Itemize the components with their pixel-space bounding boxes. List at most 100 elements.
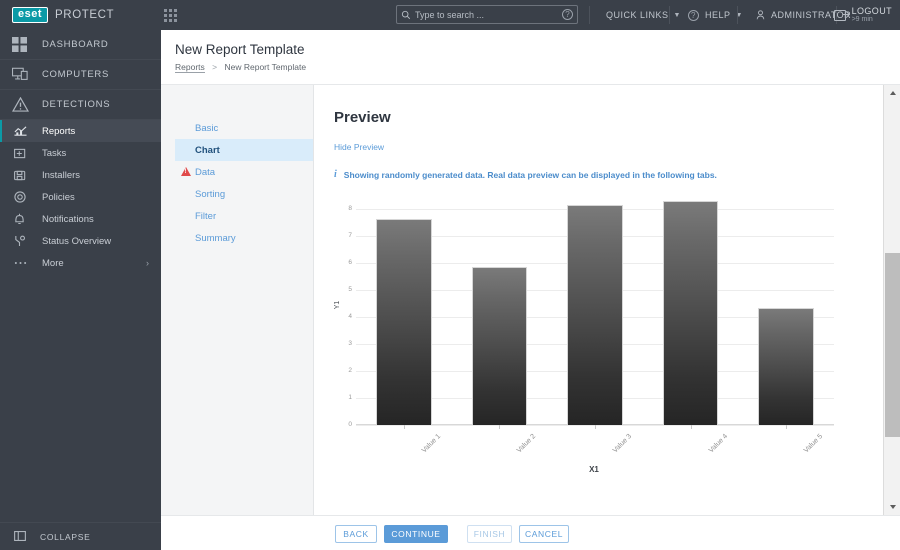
search-icon (401, 10, 411, 19)
status-icon (14, 235, 42, 247)
wizard-step-label: Data (195, 166, 216, 178)
sidebar-item-detections[interactable]: DETECTIONS (0, 90, 161, 120)
sidebar-item-label: Reports (42, 125, 76, 137)
sidebar-item-policies[interactable]: Policies (0, 186, 161, 208)
info-message: Showing randomly generated data. Real da… (343, 169, 717, 180)
chart-bar[interactable] (662, 201, 719, 425)
wizard-step-label: Basic (195, 122, 219, 134)
wizard-footer: BACK CONTINUE FINISH CANCEL (161, 515, 900, 550)
sidebar: DASHBOARD COMPUTERS DETECTIONS Reports T… (0, 30, 161, 550)
chart-x-category-label: Value 2 (516, 433, 538, 455)
chart-y-tick-label: 6 (348, 259, 352, 267)
session-time: >9 min (851, 16, 873, 24)
search-input[interactable] (411, 9, 562, 20)
chart-y-tick-label: 3 (348, 340, 352, 348)
app-root: eset PROTECT ? QUICK LINKS ▼ ? HELP (0, 0, 900, 550)
chart-x-category-label: Value 4 (707, 433, 729, 455)
question-circle-icon: ? (688, 9, 699, 21)
search-container: ? (396, 5, 578, 24)
wizard-step-data[interactable]: Data (175, 161, 322, 183)
back-button[interactable]: BACK (335, 525, 377, 543)
wizard-step-label: Filter (195, 210, 217, 222)
wizard-steps: Basic Chart Data Sorting Filter Summary (175, 117, 330, 249)
tasks-icon (14, 148, 42, 159)
sidebar-item-status-overview[interactable]: Status Overview (0, 230, 161, 252)
chart-x-category-label: Value 5 (802, 433, 825, 455)
chart-plot-area: 0 1 2 3 4 5 6 7 8 Value 1 Value 2 Value 3 Value 4 Val… (348, 193, 834, 454)
installers-icon (14, 170, 42, 181)
wizard-step-label: Summary (195, 232, 236, 244)
help-label: HELP (705, 10, 731, 20)
wizard-step-label: Sorting (195, 188, 226, 200)
dashboard-grid-icon (12, 37, 42, 52)
chart-y-tick-label: 0 (348, 421, 352, 428)
collapse-label: COLLAPSE (40, 531, 91, 542)
chart-x-category-label: Value 3 (611, 433, 634, 455)
finish-button[interactable]: FINISH (467, 525, 512, 543)
sidebar-item-label: Tasks (42, 147, 67, 159)
search-box[interactable]: ? (396, 5, 578, 24)
wizard-step-basic[interactable]: Basic (175, 117, 322, 139)
chart-y-tick-label: 5 (348, 286, 352, 294)
sidebar-item-computers[interactable]: COMPUTERS (0, 60, 161, 90)
wizard-step-summary[interactable]: Summary (175, 227, 322, 249)
scrollbar-thumb[interactable] (885, 253, 900, 437)
apps-grid-icon[interactable] (164, 8, 177, 22)
scroll-down-arrow-icon[interactable] (884, 499, 900, 515)
chart-bar[interactable] (471, 267, 528, 425)
question-circle-icon[interactable]: ? (562, 9, 573, 20)
sidebar-item-label: Notifications (42, 213, 94, 225)
breadcrumb: Reports > New Report Template (175, 62, 900, 73)
chart-y-tick-label: 7 (348, 232, 352, 240)
sidebar-item-label: Policies (42, 191, 75, 203)
chart-x-tick (403, 425, 405, 429)
breadcrumb-root[interactable]: Reports (175, 62, 205, 73)
divider (737, 6, 738, 24)
sidebar-item-installers[interactable]: Installers (0, 164, 161, 186)
chart-y-tick-label: 2 (348, 367, 352, 375)
chevron-right-icon: › (146, 258, 149, 268)
sidebar-item-dashboard[interactable]: DASHBOARD (0, 30, 161, 60)
info-icon: i (334, 169, 337, 180)
chart-bar[interactable] (376, 218, 432, 425)
sidebar-item-more[interactable]: More › (0, 252, 161, 274)
info-banner: i Showing randomly generated data. Real … (314, 155, 882, 180)
bar-chart: Y1 0 1 2 3 4 5 6 7 8 Value 1 Value 2 Value 3 Value 4… (334, 185, 879, 485)
main-area: New Report Template Reports > New Report… (161, 30, 900, 550)
brand[interactable]: eset PROTECT (0, 7, 150, 23)
collapse-panel-icon (14, 528, 26, 546)
chart-bar[interactable] (758, 307, 814, 425)
preview-panel-content: Preview Hide Preview i Showing randomly … (314, 85, 882, 515)
sidebar-item-label: DETECTIONS (42, 99, 111, 110)
chart-y-tick-label: 8 (348, 205, 352, 213)
bell-icon (14, 213, 42, 225)
sidebar-item-label: More (42, 257, 64, 269)
preview-panel: Preview Hide Preview i Showing randomly … (313, 85, 900, 515)
sidebar-item-reports[interactable]: Reports (0, 120, 161, 142)
sidebar-item-notifications[interactable]: Notifications (0, 208, 161, 230)
chart-bar[interactable] (567, 205, 623, 425)
chart-icon (14, 125, 42, 137)
hide-preview-link[interactable]: Hide Preview (314, 126, 384, 152)
computer-icon (12, 67, 42, 82)
content-area: Basic Chart Data Sorting Filter Summary (161, 85, 900, 515)
chart-x-tick (595, 425, 596, 429)
continue-button[interactable]: CONTINUE (384, 525, 448, 543)
logout-icon (833, 9, 849, 21)
sidebar-item-label: DASHBOARD (42, 39, 109, 50)
wizard-step-sorting[interactable]: Sorting (175, 183, 322, 205)
collapse-button[interactable]: COLLAPSE (0, 522, 161, 550)
scroll-up-arrow-icon[interactable] (884, 85, 900, 101)
breadcrumb-current: New Report Template (224, 62, 307, 72)
logout-button[interactable]: LOGOUT >9 min (833, 0, 892, 30)
wizard-step-filter[interactable]: Filter (175, 205, 322, 227)
chart-x-tick (690, 425, 692, 429)
wizard-step-chart[interactable]: Chart (175, 139, 330, 161)
logout-label: LOGOUT (851, 5, 892, 16)
wizard-step-label: Chart (195, 144, 220, 156)
divider (669, 6, 670, 24)
sidebar-item-label: Status Overview (42, 235, 112, 247)
vertical-scrollbar[interactable] (883, 85, 900, 515)
cancel-button[interactable]: CANCEL (519, 525, 569, 543)
sidebar-item-tasks[interactable]: Tasks (0, 142, 161, 164)
